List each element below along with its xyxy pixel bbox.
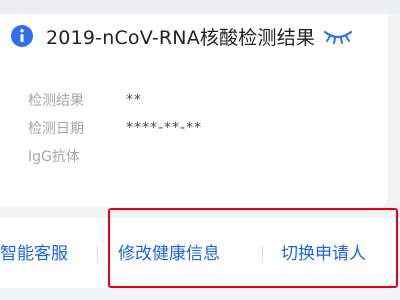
field-value: ** <box>126 92 142 108</box>
divider <box>97 246 98 262</box>
top-strip <box>0 0 400 14</box>
field-value: ****-**-** <box>126 120 203 136</box>
eye-closed-icon[interactable] <box>322 27 354 45</box>
info-icon <box>11 25 33 47</box>
result-fields: 检测结果 ** 检测日期 ****-**-** IgG抗体 <box>28 86 202 170</box>
customer-service-link[interactable]: 智能客服 <box>0 239 68 264</box>
field-row-date: 检测日期 ****-**-** <box>28 114 202 142</box>
field-label: IgG抗体 <box>28 149 80 165</box>
field-label: 检测日期 <box>28 121 84 137</box>
result-header: 2019-nCoV-RNA核酸检测结果 <box>10 22 354 50</box>
highlight-box <box>108 208 398 288</box>
field-label: 检测结果 <box>28 93 84 109</box>
result-title: 2019-nCoV-RNA核酸检测结果 <box>46 26 316 49</box>
field-row-igg: IgG抗体 <box>28 142 202 170</box>
field-row-result: 检测结果 ** <box>28 86 202 114</box>
